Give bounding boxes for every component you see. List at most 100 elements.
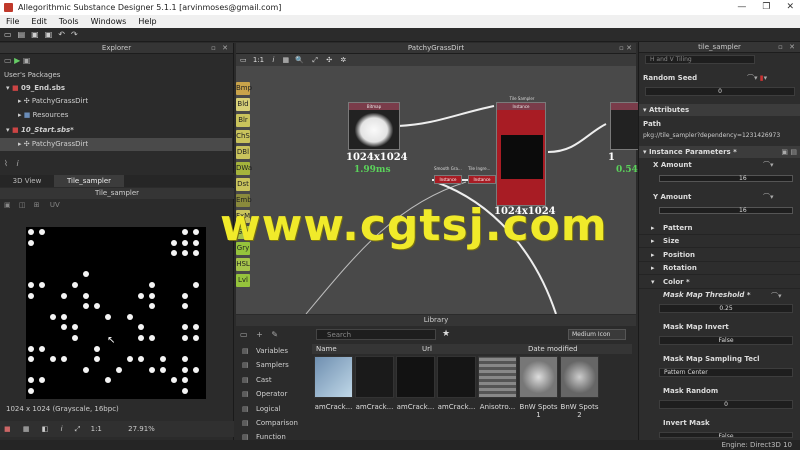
library-category-samplers[interactable]: ▤ Samplers bbox=[236, 358, 308, 372]
close-button[interactable]: ✕ bbox=[786, 0, 794, 15]
node-shelf-item[interactable]: HSL bbox=[236, 258, 250, 271]
collapse-arrow-icon[interactable]: ▾ bbox=[6, 126, 10, 134]
section-pattern[interactable]: ▸ Pattern bbox=[639, 222, 800, 235]
expand-arrow-icon[interactable]: ▸ bbox=[18, 97, 22, 105]
library-category-logical[interactable]: ▤ Logical bbox=[236, 402, 308, 416]
panel-controls[interactable]: ▫ ✕ bbox=[211, 43, 230, 54]
x-amount-value[interactable]: 16 bbox=[739, 175, 747, 182]
mask-random-value[interactable]: 0 bbox=[659, 400, 793, 409]
link-icon[interactable]: ⌒▾ bbox=[763, 192, 774, 202]
small-node-1[interactable]: Instance bbox=[434, 175, 462, 184]
folder-icon[interactable]: ▭ bbox=[240, 330, 248, 339]
info-icon[interactable]: i bbox=[16, 159, 18, 168]
play-icon[interactable]: ▶ bbox=[14, 56, 20, 65]
tree-item-patchygrassdirt-2[interactable]: ▸ ✣ PatchyGrassDirt bbox=[0, 138, 232, 151]
mask-sampling-dropdown[interactable]: Pattern Center bbox=[659, 368, 793, 377]
fit-icon[interactable]: ⤢ bbox=[75, 425, 81, 433]
library-item-thumbnail[interactable] bbox=[560, 356, 599, 398]
node-shelf-item[interactable]: ChS bbox=[236, 130, 250, 143]
scale-label[interactable]: 1:1 bbox=[91, 425, 102, 433]
link-icon[interactable]: ⌒▾ bbox=[763, 160, 774, 170]
favorites-icon[interactable]: ★ bbox=[442, 329, 450, 339]
column-date[interactable]: Date modified bbox=[528, 344, 578, 354]
small-node-2[interactable]: Instance bbox=[468, 175, 496, 184]
attributes-header[interactable]: ▾ Attributes bbox=[639, 104, 800, 116]
column-name[interactable]: Name bbox=[316, 344, 337, 354]
mask-invert-value[interactable]: False bbox=[659, 336, 793, 345]
invert-mask-value[interactable]: False bbox=[659, 432, 793, 438]
edit-icon[interactable]: ✎ bbox=[271, 330, 278, 339]
info-icon[interactable]: i bbox=[61, 425, 63, 433]
camera-icon[interactable]: ▣ bbox=[4, 201, 11, 209]
node-shelf-item[interactable]: Lvl bbox=[236, 274, 250, 287]
tile-sampler-node[interactable]: Instance bbox=[496, 102, 546, 206]
y-amount-slider[interactable] bbox=[659, 207, 793, 214]
checker-icon[interactable]: ▦ bbox=[23, 425, 30, 433]
layers-icon[interactable]: ◫ bbox=[19, 201, 26, 209]
library-category-comparison[interactable]: ▤ Comparison bbox=[236, 416, 308, 430]
link-icon[interactable]: ⌇ bbox=[4, 159, 8, 168]
rgb-icon[interactable]: ■ bbox=[4, 425, 11, 433]
section-rotation[interactable]: ▸ Rotation bbox=[639, 262, 800, 276]
tree-item-10-start[interactable]: ▾ ■ 10_Start.sbs* bbox=[0, 124, 232, 137]
tiling-mode-field[interactable]: H and V Tiling bbox=[645, 55, 755, 64]
menu-tools[interactable]: Tools bbox=[59, 17, 79, 26]
collapse-arrow-icon[interactable]: ▾ bbox=[6, 84, 10, 92]
tab-3d-view[interactable]: 3D View bbox=[2, 175, 52, 187]
link-icon[interactable]: ⌒▾ bbox=[771, 291, 782, 301]
library-category-operator[interactable]: ▤ Operator bbox=[236, 387, 308, 401]
node-shelf-item[interactable]: DWa bbox=[236, 162, 252, 175]
library-item-thumbnail[interactable] bbox=[478, 356, 517, 398]
maximize-button[interactable]: ❐ bbox=[762, 0, 770, 15]
menu-edit[interactable]: Edit bbox=[31, 17, 47, 26]
tree-item-patchygrassdirt-1[interactable]: ▸ ✣ PatchyGrassDirt bbox=[0, 95, 232, 108]
save-icon[interactable]: ▣ bbox=[31, 30, 39, 39]
mask-threshold-value[interactable]: 0.25 bbox=[659, 304, 793, 313]
menu-help[interactable]: Help bbox=[138, 17, 156, 26]
menu-file[interactable]: File bbox=[6, 17, 19, 26]
zoom-level[interactable]: 27.91% bbox=[128, 425, 155, 433]
expand-arrow-icon[interactable]: ▸ bbox=[18, 111, 22, 119]
random-seed-value[interactable]: 0 bbox=[645, 87, 795, 96]
tree-item-09-end[interactable]: ▾ ■ 09_End.sbs bbox=[0, 82, 232, 95]
library-search-input[interactable]: Search bbox=[316, 329, 436, 340]
x-amount-slider[interactable] bbox=[659, 175, 793, 182]
panel-controls[interactable]: ▫ ✕ bbox=[619, 43, 632, 54]
panel-controls[interactable]: ▫ ✕ bbox=[778, 42, 797, 53]
save-package-icon[interactable]: ▣ bbox=[23, 56, 31, 65]
expand-arrow-icon[interactable]: ▸ bbox=[18, 140, 22, 148]
library-item-thumbnail[interactable] bbox=[437, 356, 476, 398]
node-shelf-item[interactable]: Bld bbox=[236, 98, 250, 111]
library-category-variables[interactable]: ▤ Variables bbox=[236, 344, 308, 358]
minimize-button[interactable]: — bbox=[737, 0, 746, 15]
random-seed-controls[interactable]: ⌒▾ ▮▾ bbox=[747, 73, 767, 83]
library-item-thumbnail[interactable] bbox=[355, 356, 394, 398]
alpha-icon[interactable]: ◧ bbox=[42, 425, 49, 433]
y-amount-value[interactable]: 16 bbox=[739, 207, 747, 214]
library-item-thumbnail[interactable] bbox=[519, 356, 558, 398]
channel-dropdown[interactable]: UV bbox=[50, 201, 60, 209]
param-tools-icon[interactable]: ▣ ▤ bbox=[781, 146, 797, 158]
save-all-icon[interactable]: ▣ bbox=[45, 30, 53, 39]
bitmap-node[interactable]: Bitmap bbox=[348, 102, 400, 150]
undo-icon[interactable]: ↶ bbox=[58, 30, 65, 39]
new-file-icon[interactable]: ▭ bbox=[4, 30, 12, 39]
open-file-icon[interactable]: ▤ bbox=[18, 30, 26, 39]
instance-parameters-header[interactable]: ▾ Instance Parameters * ▣ ▤ bbox=[639, 146, 800, 158]
tree-item-resources[interactable]: ▸ ■ Resources bbox=[0, 109, 232, 122]
library-item-thumbnail[interactable] bbox=[396, 356, 435, 398]
node-shelf-item[interactable]: DBl bbox=[236, 146, 250, 159]
node-shelf-item[interactable]: Blr bbox=[236, 114, 250, 127]
add-icon[interactable]: + bbox=[256, 330, 263, 339]
node-shelf-item[interactable]: Dst bbox=[236, 178, 250, 191]
section-position[interactable]: ▸ Position bbox=[639, 249, 800, 262]
icon-size-dropdown[interactable]: Medium Icon bbox=[568, 329, 626, 340]
tiling-icon[interactable]: ⊞ bbox=[34, 201, 40, 209]
library-category-cast[interactable]: ▤ Cast bbox=[236, 373, 308, 387]
menu-windows[interactable]: Windows bbox=[91, 17, 127, 26]
tab-tile-sampler[interactable]: Tile_sampler bbox=[54, 175, 124, 187]
node-shelf-item[interactable]: Bmp bbox=[236, 82, 252, 95]
section-color[interactable]: ▾ Color * bbox=[639, 276, 800, 289]
redo-icon[interactable]: ↷ bbox=[71, 30, 78, 39]
section-size[interactable]: ▸ Size bbox=[639, 235, 800, 249]
